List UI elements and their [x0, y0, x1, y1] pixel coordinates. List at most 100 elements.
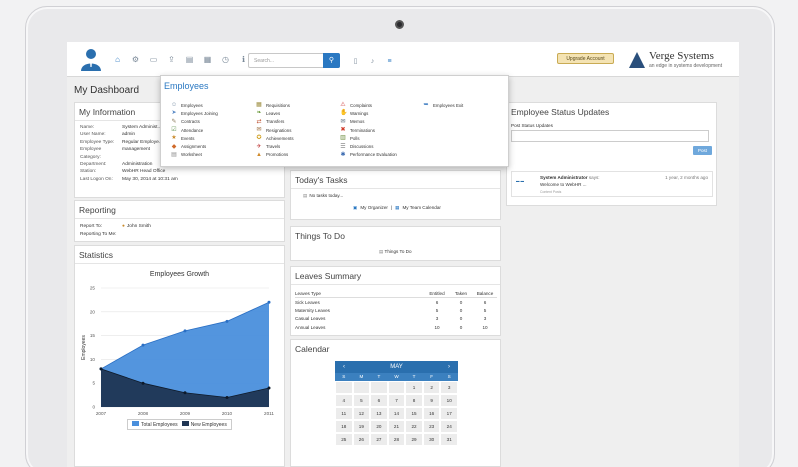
- calendar-day[interactable]: 17: [440, 407, 458, 420]
- post-button[interactable]: Post: [693, 146, 712, 155]
- menu-item-polls[interactable]: ▥ Polls: [340, 134, 397, 142]
- calendar-day[interactable]: 3: [440, 381, 458, 394]
- panel-title: Today's Tasks: [291, 171, 500, 189]
- calendar-day[interactable]: 13: [370, 407, 388, 420]
- calendar-day[interactable]: 9: [422, 394, 441, 407]
- legend-item-total[interactable]: Total Employees: [132, 421, 178, 428]
- calendar-day[interactable]: 5: [352, 394, 371, 407]
- menu-item-label: Assignments: [181, 144, 207, 150]
- x-tick-label: 2011: [264, 411, 274, 416]
- report-icon[interactable]: ▦: [203, 55, 212, 64]
- calendar-day[interactable]: 6: [370, 394, 388, 407]
- status-update-item: ▬ ▬ System Administrator says: 1 year, 2…: [511, 171, 713, 197]
- calendar-day[interactable]: 11: [335, 407, 353, 420]
- info-value: Administration: [122, 162, 153, 168]
- info-key: Name:: [80, 125, 95, 130]
- upload-icon[interactable]: ⇪: [167, 55, 176, 64]
- menu-item-complaints[interactable]: ⚠ Complaints: [340, 101, 397, 109]
- menu-item-memos[interactable]: ✉ Memos: [340, 118, 397, 126]
- menu-item-warnings[interactable]: ✋ Warnings: [340, 109, 397, 117]
- calendar-day[interactable]: 4: [335, 394, 353, 407]
- org-icon[interactable]: ⚙: [131, 55, 140, 64]
- calendar-day[interactable]: 27: [370, 433, 388, 446]
- menu-item-requisitions[interactable]: ▦ Requisitions: [256, 101, 294, 109]
- menu-item-worksheet[interactable]: ▤ Worksheet: [171, 151, 218, 159]
- menu-item-events[interactable]: ★ Events: [171, 134, 218, 142]
- document-icon[interactable]: ▤: [185, 55, 194, 64]
- user-avatar-icon[interactable]: [80, 47, 102, 71]
- webcam: [395, 20, 404, 29]
- calendar-day[interactable]: 22: [405, 420, 423, 433]
- menu-item-employees[interactable]: ☺ Employees: [171, 101, 218, 109]
- bell-icon[interactable]: ♪: [368, 57, 377, 66]
- report-to-value[interactable]: John Smith: [127, 223, 151, 231]
- menu-item-discussions[interactable]: ☰ Discussions: [340, 142, 397, 150]
- menu-item-attendance[interactable]: ☑ Attendance: [171, 126, 218, 134]
- info-icon[interactable]: ℹ: [239, 55, 248, 64]
- calendar-day[interactable]: 15: [405, 407, 423, 420]
- home-icon[interactable]: ⌂: [113, 55, 122, 64]
- menu-item-performance-evaluation[interactable]: ✱ Performance Evaluation: [340, 151, 396, 159]
- complaints-icon: ⚠: [340, 102, 346, 109]
- calendar-day[interactable]: 24: [440, 420, 458, 433]
- menu-item-employees-exit[interactable]: ➥ Employees Exit: [423, 101, 463, 109]
- book-icon[interactable]: ▯: [351, 57, 360, 66]
- calendar-day[interactable]: 23: [422, 420, 441, 433]
- calendar-day[interactable]: 19: [352, 420, 371, 433]
- prev-month-icon[interactable]: ‹: [343, 364, 345, 370]
- menu-item-label: Requisitions: [266, 102, 290, 108]
- discussions-icon: ☰: [340, 143, 346, 150]
- menu-item-employees-joining[interactable]: ➤ Employees Joining: [171, 109, 217, 117]
- id-card-icon[interactable]: ▭: [149, 55, 158, 64]
- menu-item-resignations[interactable]: ✉ Resignations: [256, 126, 294, 134]
- calendar-day: [387, 381, 406, 394]
- menu-icon[interactable]: ≡: [385, 57, 394, 66]
- calendar-day[interactable]: 20: [370, 420, 388, 433]
- menu-item-transfers[interactable]: ⇄ Transfers: [256, 118, 294, 126]
- menu-item-contracts[interactable]: ✎ Contracts: [171, 118, 218, 126]
- my-organizer-link[interactable]: My Organizer: [360, 205, 388, 211]
- upgrade-account-button[interactable]: Upgrade Account: [557, 53, 614, 64]
- legend-label: Total Employees: [141, 422, 178, 428]
- menu-item-travels[interactable]: ✈ Travels: [256, 142, 294, 150]
- menu-item-label: Transfers: [266, 119, 285, 125]
- calendar-day[interactable]: 26: [352, 433, 371, 446]
- info-key: Department:: [80, 162, 107, 168]
- update-author[interactable]: System Administrator: [540, 175, 588, 180]
- calendar-day[interactable]: 25: [335, 433, 353, 446]
- calendar-day[interactable]: 18: [335, 420, 353, 433]
- calendar-day[interactable]: 7: [387, 394, 406, 407]
- calendar-day[interactable]: 31: [440, 433, 458, 446]
- calendar-day[interactable]: 29: [405, 433, 423, 446]
- calendar-day[interactable]: 12: [352, 407, 371, 420]
- menu-item-promotions[interactable]: ▲ Promotions: [256, 151, 294, 159]
- info-value: Regular Employe...: [122, 139, 163, 145]
- calendar-day[interactable]: 10: [440, 394, 458, 407]
- menu-item-leaves[interactable]: ❧ Leaves: [256, 109, 294, 117]
- status-update-input[interactable]: [511, 130, 709, 142]
- calendar-day[interactable]: 14: [387, 407, 406, 420]
- clock-icon[interactable]: ◷: [221, 55, 230, 64]
- legend-item-new[interactable]: New Employees: [181, 421, 227, 428]
- calendar-day[interactable]: 21: [387, 420, 406, 433]
- calendar-day[interactable]: 30: [422, 433, 441, 446]
- dropdown-column: ⚠ Complaints ✋ Warnings ✉ Memos ✖ Terminations ▥…: [340, 101, 397, 159]
- my-team-calendar-link[interactable]: My Team Calendar: [402, 205, 440, 211]
- next-month-icon[interactable]: ›: [448, 364, 450, 370]
- events-icon: ★: [171, 135, 177, 142]
- menu-item-assignments[interactable]: ◆ Assignments: [171, 142, 218, 150]
- employees-dropdown-menu: Employees ☺ Employees ➤ Employees Joining ✎ C…: [160, 75, 509, 167]
- calendar-day[interactable]: 8: [405, 394, 423, 407]
- calendar-day[interactable]: 28: [387, 433, 406, 446]
- no-tasks-text: ▤ No tasks today...: [303, 193, 494, 199]
- calendar-day[interactable]: 1: [405, 381, 423, 394]
- things-to-do-link[interactable]: Things To Do: [385, 249, 412, 254]
- info-value: System Administ...: [122, 125, 162, 130]
- table-cell: 0: [459, 324, 463, 330]
- calendar-day[interactable]: 16: [422, 407, 441, 420]
- menu-item-terminations[interactable]: ✖ Terminations: [340, 126, 397, 134]
- search-button[interactable]: ⚲: [323, 53, 340, 68]
- menu-item-achievements[interactable]: ✪ Achievements: [256, 134, 293, 142]
- calendar-day[interactable]: 2: [422, 381, 441, 394]
- menu-item-label: Worksheet: [181, 152, 202, 158]
